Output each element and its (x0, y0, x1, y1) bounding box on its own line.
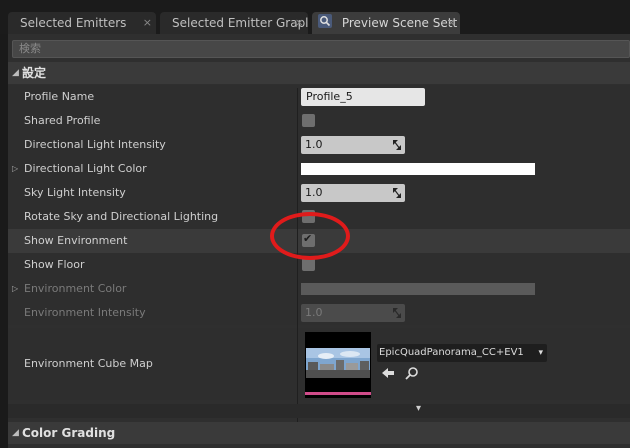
row-directional-light-color: ▷ Directional Light Color (8, 157, 630, 181)
property-label: Directional Light Intensity (24, 138, 166, 151)
category-color-grading-header[interactable]: ◢ Color Grading (8, 422, 630, 444)
row-rotate-sky: Rotate Sky and Directional Lighting (8, 205, 630, 229)
row-sky-light-intensity: Sky Light Intensity 1.0 (8, 181, 630, 205)
asset-name: EpicQuadPanorama_CC+EV1 (379, 347, 524, 358)
browse-search-icon[interactable] (404, 365, 420, 381)
collapse-arrow-icon: ◢ (12, 428, 19, 438)
rotate-sky-checkbox[interactable] (302, 210, 315, 223)
show-floor-checkbox[interactable] (302, 258, 315, 271)
tab-label: Preview Scene Sett (341, 16, 458, 30)
property-label: Environment Cube Map (24, 357, 153, 370)
property-label: Directional Light Color (24, 162, 147, 175)
row-show-environment: Show Environment ✔ (8, 229, 630, 253)
tab-selected-emitters[interactable]: Selected Emitters × (8, 12, 156, 34)
chevron-down-icon: ▾ (538, 348, 543, 358)
tab-preview-scene-settings[interactable]: Preview Scene Sett × (312, 12, 460, 34)
property-label: Show Floor (24, 258, 85, 271)
property-label: Profile Name (24, 90, 95, 103)
category-label: 設定 (22, 66, 47, 80)
details-panel: 検索 ◢ 設定 Profile Name Profile_5 Shared Pr… (8, 34, 630, 448)
resize-icon (393, 188, 401, 198)
close-icon[interactable]: × (447, 12, 456, 34)
close-icon[interactable]: × (143, 12, 152, 34)
expand-arrow-icon[interactable]: ▷ (12, 277, 18, 301)
show-environment-checkbox[interactable]: ✔ (302, 232, 315, 247)
profile-name-input[interactable]: Profile_5 (301, 88, 425, 106)
close-icon[interactable]: × (295, 12, 304, 34)
checkmark-icon: ✔ (303, 232, 313, 245)
property-label: Sky Light Intensity (24, 186, 126, 199)
row-environment-intensity: Environment Intensity 1.0 (8, 301, 630, 325)
cube-map-asset-combo[interactable]: EpicQuadPanorama_CC+EV1 ▾ (377, 344, 547, 362)
shared-profile-checkbox[interactable] (302, 114, 315, 127)
property-label: Show Environment (24, 234, 128, 247)
row-profile-name: Profile Name Profile_5 (8, 85, 630, 109)
category-settings-header[interactable]: ◢ 設定 (8, 62, 630, 84)
cube-map-thumbnail[interactable] (305, 332, 371, 398)
search-input[interactable]: 検索 (12, 40, 630, 58)
row-directional-light-intensity: Directional Light Intensity 1.0 (8, 133, 630, 157)
property-label: Environment Color (24, 282, 127, 295)
column-splitter[interactable] (297, 88, 298, 438)
tab-label: Selected Emitter Grapl (172, 16, 308, 30)
magnifier-icon (318, 13, 332, 35)
row-environment-cube-map: Environment Cube Map EpicQuadPanorama_CC… (8, 328, 630, 400)
property-label: Rotate Sky and Directional Lighting (24, 210, 219, 223)
row-shared-profile: Shared Profile (8, 109, 630, 133)
expand-down-icon: ▾ (416, 403, 422, 414)
collapse-arrow-icon: ◢ (12, 68, 19, 78)
sky-light-intensity-input[interactable]: 1.0 (301, 184, 405, 202)
property-label: Shared Profile (24, 114, 101, 127)
resize-icon (393, 308, 401, 318)
resize-icon (393, 140, 401, 150)
numeric-value: 1.0 (305, 186, 323, 199)
thumbnail-color-bar (305, 392, 371, 395)
panorama-image (306, 348, 370, 378)
directional-light-color-swatch[interactable] (301, 163, 535, 175)
category-label: Color Grading (22, 426, 116, 440)
directional-light-intensity-input[interactable]: 1.0 (301, 136, 405, 154)
use-selected-arrow-icon[interactable] (380, 365, 396, 381)
property-label: Environment Intensity (24, 306, 146, 319)
environment-intensity-input: 1.0 (301, 304, 405, 322)
numeric-value: 1.0 (305, 138, 323, 151)
row-show-floor: Show Floor (8, 253, 630, 277)
environment-color-swatch (301, 283, 535, 295)
row-environment-color: ▷ Environment Color (8, 277, 630, 301)
tab-selected-emitter-graph[interactable]: Selected Emitter Grapl × (160, 12, 308, 34)
tab-label: Selected Emitters (20, 16, 127, 30)
tab-bar: Selected Emitters × Selected Emitter Gra… (0, 0, 630, 34)
advanced-expand-strip[interactable]: ▾ (8, 403, 630, 418)
numeric-value: 1.0 (305, 306, 323, 319)
expand-arrow-icon[interactable]: ▷ (12, 157, 18, 181)
